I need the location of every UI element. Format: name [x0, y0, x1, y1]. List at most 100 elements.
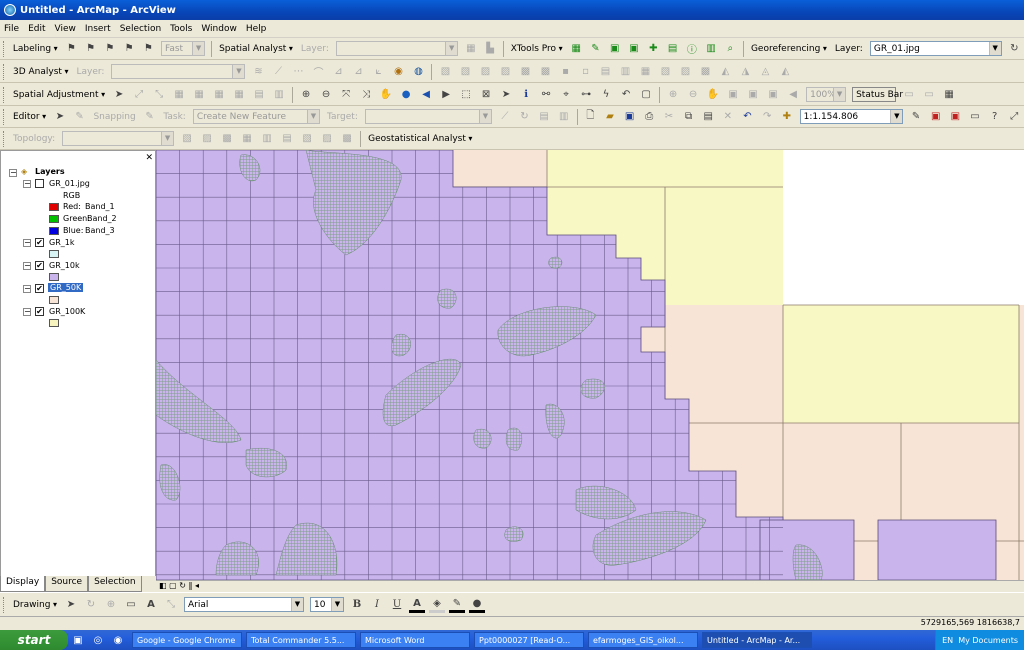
task-word[interactable]: Microsoft Word	[360, 632, 470, 648]
topo-a-icon[interactable]: ▧	[179, 131, 195, 147]
adj-table-icon[interactable]: ▦	[171, 87, 187, 103]
collapse-icon[interactable]: −	[23, 262, 31, 270]
point-icon[interactable]: ⋯	[290, 64, 306, 80]
rotate-edit-icon[interactable]: ↻	[517, 109, 533, 125]
go-to-xy-icon[interactable]: ⌖	[558, 87, 574, 103]
language-indicator[interactable]: EN	[942, 636, 953, 645]
zoom-element-icon[interactable]: ⊕	[103, 597, 119, 613]
layer-checkbox-gr100k[interactable]: ✔	[35, 307, 44, 316]
tool-j-icon[interactable]: ▥	[617, 64, 633, 80]
zoom-percent-select[interactable]: 100% ▼	[806, 87, 847, 102]
select-elements-icon[interactable]: ➤	[498, 87, 514, 103]
change-layout-icon[interactable]: ▦	[941, 87, 957, 103]
find-binoculars-icon[interactable]: ⚯	[538, 87, 554, 103]
layout-back-icon[interactable]: ◀	[785, 87, 801, 103]
xtools-menu[interactable]: XTools Pro	[511, 44, 563, 54]
label-tool-5-icon[interactable]: ⚑	[141, 41, 156, 57]
layer-name-gr01[interactable]: GR_01.jpg	[49, 179, 90, 188]
topo-f-icon[interactable]: ▤	[279, 131, 295, 147]
fixed-zoom-in-icon[interactable]: ⤧	[338, 87, 354, 103]
menu-selection[interactable]: Selection	[120, 24, 161, 34]
identify-icon[interactable]: ℹ	[518, 87, 534, 103]
marker-color-icon[interactable]: ●	[469, 597, 485, 613]
tool-i-icon[interactable]: ▤	[597, 64, 613, 80]
zoom-in-icon[interactable]: ⊕	[298, 87, 314, 103]
snapping-menu[interactable]: Snapping	[93, 112, 135, 122]
steep-icon[interactable]: ⟋	[270, 64, 286, 80]
map-scale-select[interactable]: 1:1.154.806 ▼	[799, 109, 904, 124]
layer-name-gr100k[interactable]: GR_100K	[49, 307, 85, 316]
tray-my-documents[interactable]: My Documents	[958, 636, 1018, 645]
layout-100-icon[interactable]: ▣	[765, 87, 781, 103]
whats-this-icon[interactable]: ?	[987, 109, 1003, 125]
drawing-menu[interactable]: Drawing	[13, 600, 57, 610]
fast-select[interactable]: Fast ▼	[161, 41, 206, 56]
line-color-icon[interactable]: ✎	[449, 597, 465, 613]
task-select[interactable]: Create New Feature ▼	[192, 109, 320, 124]
target-select[interactable]: ▼	[364, 109, 492, 124]
tool-e-icon[interactable]: ▩	[517, 64, 533, 80]
collapse-icon[interactable]: −	[23, 239, 31, 247]
table-icon[interactable]: ▦	[569, 41, 584, 57]
sketch-props-icon[interactable]: ▥	[556, 109, 572, 125]
chart-icon[interactable]: ▙	[482, 41, 497, 57]
adj-link-2-icon[interactable]: ⤡	[151, 87, 167, 103]
tab-selection[interactable]: Selection	[88, 576, 142, 592]
collapse-icon[interactable]: −	[9, 169, 17, 177]
task-total-commander[interactable]: Total Commander 5.5...	[246, 632, 356, 648]
tool-m-icon[interactable]: ▨	[677, 64, 693, 80]
tool-k-icon[interactable]: ▦	[637, 64, 653, 80]
font-color-icon[interactable]: A	[409, 597, 425, 613]
rectangle-icon[interactable]: ▭	[123, 597, 139, 613]
command-line-icon[interactable]: ▭	[967, 109, 983, 125]
delete-icon[interactable]: ✕	[720, 109, 736, 125]
layer-checkbox-gr50k[interactable]: ✔	[35, 284, 44, 293]
rotate-element-icon[interactable]: ↻	[83, 597, 99, 613]
graph-icon[interactable]: ⟀	[370, 64, 386, 80]
search-icon[interactable]: ⌕	[723, 41, 738, 57]
topo-e-icon[interactable]: ▥	[259, 131, 275, 147]
georeferencing-menu[interactable]: Georeferencing	[751, 44, 827, 54]
georef-layer-select[interactable]: GR_01.jpg ▼	[869, 41, 1002, 56]
info-icon[interactable]: ⓘ	[684, 41, 699, 57]
layers-root-label[interactable]: Layers	[35, 167, 65, 176]
full-extent-globe-icon[interactable]: ●	[398, 87, 414, 103]
spatial-adjustment-menu[interactable]: Spatial Adjustment	[13, 90, 105, 100]
status-bar-button[interactable]: Status Bar	[852, 87, 903, 102]
layers-icon[interactable]: ▤	[665, 41, 680, 57]
clear-selection-icon[interactable]: ⊠	[478, 87, 494, 103]
pan-hand-icon[interactable]: ✋	[378, 87, 394, 103]
tool-l-icon[interactable]: ▧	[657, 64, 673, 80]
hist-icon[interactable]: ▦	[463, 41, 478, 57]
topo-c-icon[interactable]: ▩	[219, 131, 235, 147]
sketch-tool-icon[interactable]: ✎	[72, 109, 88, 125]
layout-zoom-out-icon[interactable]: ⊖	[685, 87, 701, 103]
menu-tools[interactable]: Tools	[170, 24, 192, 34]
print-icon[interactable]: ⎙	[641, 109, 657, 125]
topo-g-icon[interactable]: ▧	[299, 131, 315, 147]
toolbar-grip[interactable]	[3, 130, 6, 147]
undo-icon[interactable]: ↶	[740, 109, 756, 125]
edit-vertices-icon[interactable]: ⤡	[163, 597, 179, 613]
collapse-icon[interactable]: −	[23, 285, 31, 293]
layout-zoom-in-icon[interactable]: ⊕	[665, 87, 681, 103]
add-data-icon[interactable]: ✚	[779, 109, 795, 125]
tool-r-icon[interactable]: ◭	[777, 64, 793, 80]
geostatistical-analyst-menu[interactable]: Geostatistical Analyst	[368, 134, 472, 144]
adj-link-icon[interactable]: ⤢	[131, 87, 147, 103]
font-select[interactable]: Arial ▼	[184, 597, 304, 612]
fixed-zoom-out-icon[interactable]: ⤨	[358, 87, 374, 103]
bold-button[interactable]: B	[349, 597, 365, 613]
task-powerpoint[interactable]: Ppt0000027 [Read-O...	[474, 632, 584, 648]
spatial-analyst-menu[interactable]: Spatial Analyst	[219, 44, 293, 54]
paste-icon[interactable]: ▤	[700, 109, 716, 125]
edit-tool-icon[interactable]: ➤	[52, 109, 68, 125]
fill-color-icon[interactable]: ◈	[429, 597, 445, 613]
adj-table-6-icon[interactable]: ▥	[271, 87, 287, 103]
3d-analyst-menu[interactable]: 3D Analyst	[13, 67, 69, 77]
toolbar-grip[interactable]	[3, 86, 6, 103]
copy-icon[interactable]: ⧉	[681, 109, 697, 125]
cut-icon[interactable]: ✂	[661, 109, 677, 125]
layer-name-gr50k[interactable]: GR_50K	[48, 283, 84, 292]
tab-display[interactable]: Display	[0, 576, 46, 592]
